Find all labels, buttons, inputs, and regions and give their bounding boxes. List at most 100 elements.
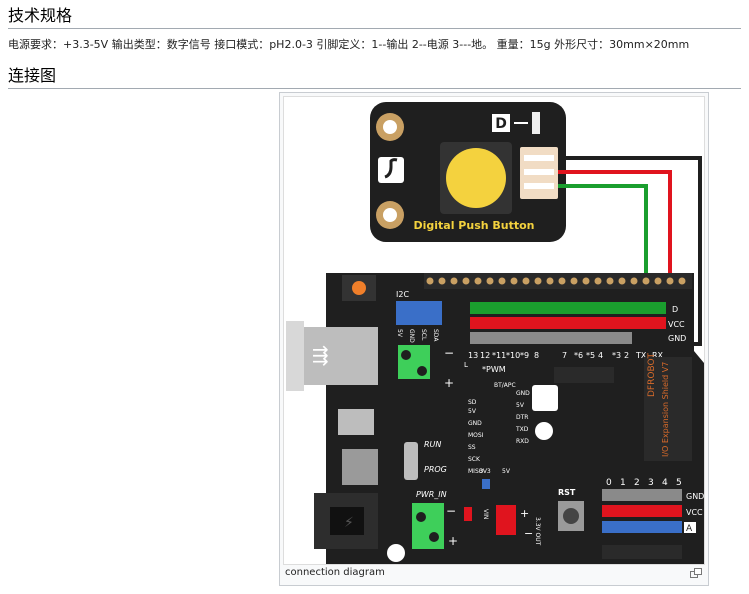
pin-label-11: 2 [624, 351, 629, 360]
header-pin [522, 277, 530, 285]
pwr-plus: + [448, 534, 458, 548]
spec-text: 电源要求：+3.3-5V 输出类型：数字信号 接口模式：pH2.0-3 引脚定义… [8, 38, 690, 51]
rst-label: RST [558, 488, 576, 497]
analog-label-2: 2 [634, 478, 640, 488]
header-pin [462, 277, 470, 285]
board-logo-icon [532, 385, 558, 411]
sd-pin-label-2: MOSI [468, 432, 484, 439]
bt-apc-label: BT/APC [494, 382, 516, 389]
header-pin [546, 277, 554, 285]
sd-label: SD [468, 399, 477, 406]
run-prog-switch[interactable] [404, 442, 418, 480]
pin-label-1: 12 [480, 351, 490, 360]
connection-heading: 连接图 [8, 62, 741, 89]
header-pin [594, 277, 602, 285]
pin-label-9: 4 [598, 351, 603, 360]
v3v3-label: 3V3 [479, 468, 491, 475]
header-pin [654, 277, 662, 285]
pin-label-8: *5 [586, 351, 595, 360]
i2c-pin-label-1: GND [408, 329, 415, 343]
header-pin [450, 277, 458, 285]
analog-label-0: 0 [606, 478, 612, 488]
connection-diagram-image[interactable]: D Digital Push Button ⇶ I2C D VCC GND 13… [283, 96, 705, 565]
bt-pin-label-0: GND [516, 390, 530, 397]
top-header [424, 273, 692, 289]
header-pin [486, 277, 494, 285]
figure-caption: connection diagram [285, 567, 385, 578]
bt-pin-label-3: TXD [515, 426, 529, 433]
header-pin [642, 277, 650, 285]
pin-label-3: *10 [506, 351, 520, 360]
v5v-label: 5V [502, 468, 511, 475]
i2c-pin-label-2: SCL [420, 329, 427, 341]
header-pin [606, 277, 614, 285]
diagram-svg: D Digital Push Button ⇶ I2C D VCC GND 13… [286, 102, 704, 564]
reset-led [352, 281, 366, 295]
header-pin [666, 277, 674, 285]
pin-label-5: 8 [534, 351, 539, 360]
brand-label: DFROBOT [647, 352, 657, 397]
sd-pin-label-3: SS [468, 444, 476, 451]
yellow-button [446, 148, 506, 208]
pin-label-2: *11 [492, 351, 506, 360]
bt-pin-label-2: DTR [516, 414, 528, 421]
sd-pin-label-0: 5V [468, 408, 477, 415]
header-pin [558, 277, 566, 285]
spec-heading: 技术规格 [8, 2, 741, 29]
vin-label: VIN [482, 509, 489, 519]
header-pin [570, 277, 578, 285]
bt-pin-label-4: RXD [516, 438, 529, 445]
pin-label-6: 7 [562, 351, 567, 360]
header-pin [534, 277, 542, 285]
a-vcc-label: VCC [686, 508, 703, 517]
servo-minus: − [444, 346, 454, 360]
header-pin [474, 277, 482, 285]
regulator [338, 409, 374, 435]
analog-label-1: 1 [620, 478, 626, 488]
out-plus: + [520, 507, 529, 520]
header-pin [678, 277, 686, 285]
usb-icon: ⇶ [312, 343, 329, 367]
enlarge-icon[interactable] [690, 568, 702, 578]
header-pin [618, 277, 626, 285]
lightning-icon: ⚡ [344, 515, 354, 531]
bt-pin-label-1: 5V [516, 402, 525, 409]
pin-label-7: *6 [574, 351, 583, 360]
module-letter: D [495, 116, 507, 132]
l-label: L [464, 361, 468, 369]
regulator-2 [342, 449, 378, 485]
prog-label: PROG [424, 465, 447, 474]
pwm-label: *PWM [482, 365, 506, 374]
module-label: Digital Push Button [413, 219, 534, 232]
pwr-terminal [412, 503, 444, 549]
sd-pin-label-4: SCK [468, 456, 481, 463]
gnd-label: GND [668, 334, 686, 343]
i2c-label: I2C [396, 290, 409, 299]
d-label: D [672, 305, 678, 314]
header-pin [630, 277, 638, 285]
pwr-minus: − [446, 504, 456, 518]
pin-label-4: *9 [520, 351, 529, 360]
out-minus: − [524, 527, 533, 540]
servo-plus: + [444, 376, 454, 390]
header-pin [582, 277, 590, 285]
gear-icon [535, 422, 553, 440]
i2c-pin-label-3: SDA [432, 329, 439, 342]
shield-label: I/O Expansion Shield V7 [661, 362, 670, 457]
header-pin [438, 277, 446, 285]
header-pin [510, 277, 518, 285]
analog-label-4: 4 [662, 478, 668, 488]
analog-label-5: 5 [676, 478, 682, 488]
i2c-pin-label-0: 5V [396, 329, 403, 338]
header-pin [498, 277, 506, 285]
figure-thumbnail: D Digital Push Button ⇶ I2C D VCC GND 13… [279, 92, 709, 586]
out-label: 3.3V OUT [534, 517, 541, 546]
header-pin [426, 277, 434, 285]
vcc-label: VCC [668, 320, 685, 329]
a-gnd-label: GND [686, 492, 704, 501]
pin-label-0: 13 [468, 351, 478, 360]
sd-pin-label-1: GND [468, 420, 482, 427]
pwr-in-label: PWR_IN [416, 490, 447, 499]
run-label: RUN [424, 440, 441, 449]
a-label: A [686, 524, 693, 534]
